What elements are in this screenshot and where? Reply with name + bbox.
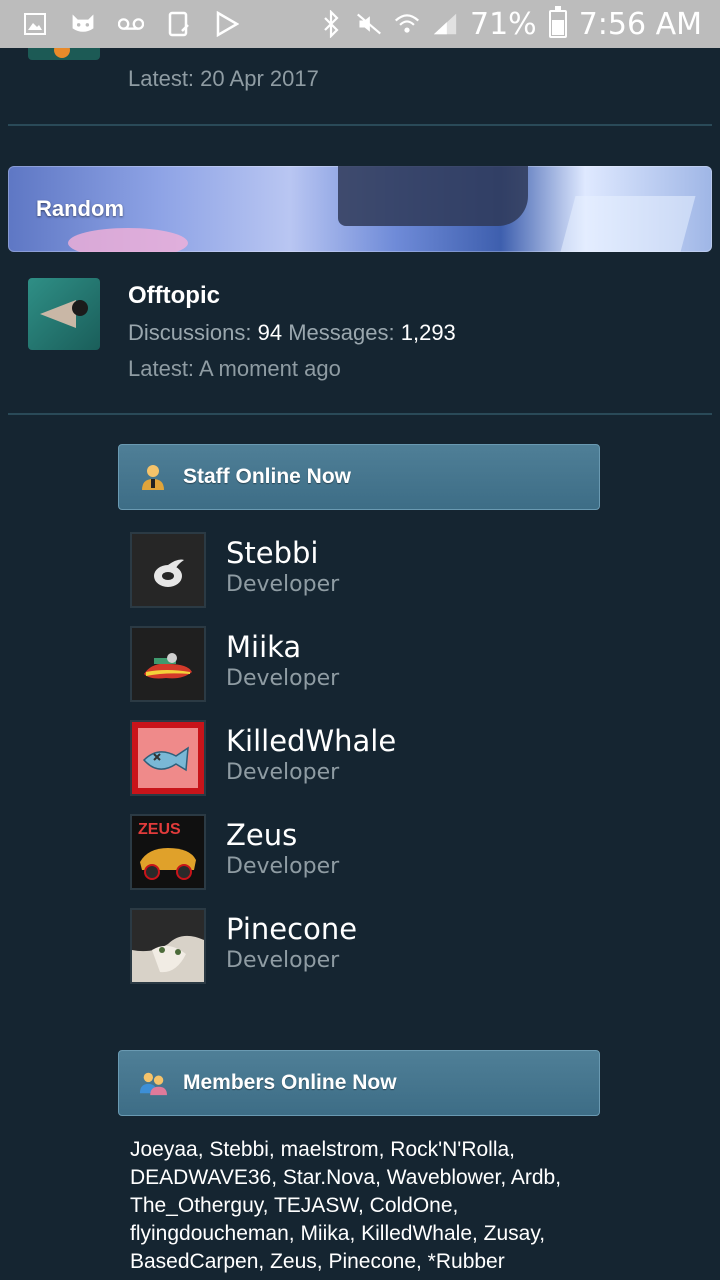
staff-member[interactable]: KilledWhale Developer <box>130 720 600 814</box>
staff-member[interactable]: Pinecone Developer <box>130 908 600 1002</box>
staff-role: Developer <box>226 666 340 691</box>
divider <box>8 124 712 126</box>
node-latest: Latest: A moment ago <box>128 356 341 382</box>
staff-name[interactable]: Stebbi <box>226 536 319 570</box>
image-icon <box>22 11 48 37</box>
banner-artwork <box>68 228 188 252</box>
battery-percent: 71% <box>470 6 537 42</box>
avatar[interactable] <box>130 908 206 984</box>
members-online-header: Members Online Now <box>118 1050 600 1116</box>
staff-role: Developer <box>226 760 340 785</box>
staff-member[interactable]: Stebbi Developer <box>130 532 600 626</box>
mute-icon <box>356 11 382 37</box>
cat-icon <box>70 11 96 37</box>
horn-icon <box>28 278 100 350</box>
staff-role: Developer <box>226 854 340 879</box>
staff-role: Developer <box>226 948 340 973</box>
avatar[interactable] <box>130 532 206 608</box>
banner-artwork <box>560 196 696 252</box>
staff-role: Developer <box>226 572 340 597</box>
staff-online-title: Staff Online Now <box>183 465 351 488</box>
play-icon <box>214 11 240 37</box>
clock: 7:56 AM <box>578 6 702 42</box>
bluetooth-icon <box>318 10 344 38</box>
tablet-icon <box>166 11 192 37</box>
discussions-label: Discussions: <box>128 320 252 345</box>
node-stats: Discussions: 94 Messages: 1,293 <box>128 320 456 346</box>
banner-artwork <box>338 166 528 226</box>
status-bar: 71% 7:56 AM <box>0 0 720 48</box>
staff-member[interactable]: ZEUS Zeus Developer <box>130 814 600 908</box>
members-online-title: Members Online Now <box>183 1071 397 1094</box>
wifi-icon <box>394 11 420 37</box>
staff-name[interactable]: Zeus <box>226 818 297 852</box>
messages-count: 1,293 <box>400 320 456 345</box>
zeus-avatar-label: ZEUS <box>138 821 181 838</box>
staff-online-header: Staff Online Now <box>118 444 600 510</box>
members-icon <box>139 1069 167 1097</box>
avatar[interactable]: ZEUS <box>130 814 206 890</box>
signal-icon <box>432 11 458 37</box>
latest-value[interactable]: A moment ago <box>199 356 341 381</box>
category-title[interactable]: Random <box>36 196 124 222</box>
latest-value[interactable]: 20 Apr 2017 <box>200 66 319 91</box>
staff-member[interactable]: Miika Developer <box>130 626 600 720</box>
staff-list: Stebbi Developer Miika Developer KilledW… <box>130 532 600 1002</box>
staff-name[interactable]: Miika <box>226 630 301 664</box>
latest-label: Latest: <box>128 356 195 381</box>
divider <box>8 413 712 415</box>
latest-label: Latest: <box>128 66 195 91</box>
category-banner-random[interactable]: Random <box>8 166 712 252</box>
online-members-list[interactable]: Joeyaa, Stebbi, maelstrom, Rock'N'Rolla,… <box>130 1136 610 1276</box>
voicemail-icon <box>118 11 144 37</box>
forum-node-offtopic[interactable]: Offtopic Discussions: 94 Messages: 1,293… <box>0 262 720 412</box>
staff-name[interactable]: KilledWhale <box>226 724 396 758</box>
messages-label: Messages: <box>288 320 395 345</box>
discussions-count: 94 <box>257 320 283 345</box>
staff-icon <box>139 463 167 491</box>
battery-icon <box>548 6 567 38</box>
avatar[interactable] <box>130 626 206 702</box>
node-title[interactable]: Offtopic <box>128 282 220 310</box>
staff-name[interactable]: Pinecone <box>226 912 357 946</box>
previous-node-latest: Latest: 20 Apr 2017 <box>128 66 319 92</box>
avatar[interactable] <box>130 720 206 796</box>
